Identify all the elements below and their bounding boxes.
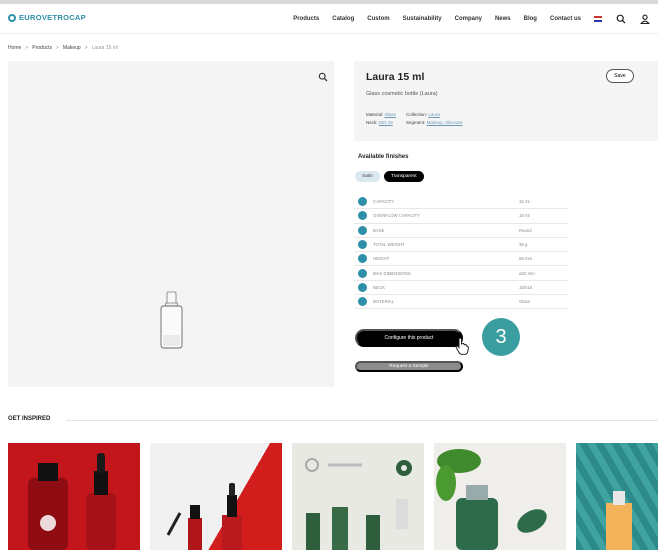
breadcrumb-separator: > — [84, 45, 88, 51]
neck-key: Neck: — [366, 120, 378, 125]
spec-label: Overflow capacity — [373, 213, 420, 219]
spec-row: Height 58 mm — [354, 252, 568, 267]
height-icon — [358, 254, 367, 264]
spec-label: Neck — [373, 284, 385, 290]
nav-custom[interactable]: Custom — [367, 16, 389, 22]
save-button[interactable]: Save — [606, 69, 634, 83]
inspiration-image-green-components[interactable] — [292, 443, 424, 550]
breadcrumb-current: Laura 15 ml — [91, 45, 119, 51]
inspiration-image-green-bottle-leaves[interactable] — [434, 443, 566, 550]
spec-value: 36 g — [519, 242, 528, 248]
spec-label: Base — [373, 227, 385, 233]
spec-row: Neck 18/415 — [354, 281, 568, 296]
brand-logo[interactable]: EUROVETROCAP — [8, 13, 86, 22]
spec-value: ø32 mm — [519, 270, 535, 276]
configure-product-button[interactable]: Configure this product — [355, 329, 463, 347]
inspiration-image-dropper-bottles[interactable] — [150, 443, 282, 550]
breadcrumb-separator: > — [56, 45, 59, 51]
spec-value: Round — [519, 227, 532, 233]
nav-sustainability[interactable]: Sustainability — [403, 16, 442, 22]
spec-row: Base Round — [354, 224, 568, 238]
spec-label: Max dimensions — [373, 270, 411, 276]
nav-blog[interactable]: Blog — [524, 16, 537, 22]
spec-row: Material Glass — [354, 295, 568, 310]
get-inspired-heading: GET INSPIRED — [8, 416, 51, 422]
breadcrumb-makeup[interactable]: Makeup — [63, 45, 81, 51]
language-flag-icon[interactable] — [594, 15, 602, 22]
logo-mark-icon — [8, 13, 16, 22]
finish-option-transparent[interactable]: Transparent — [383, 171, 424, 182]
collection-link[interactable]: Laura — [428, 112, 440, 117]
product-image-gallery[interactable] — [8, 61, 334, 387]
site-header: EUROVETROCAP Products Catalog Custom Sus… — [0, 4, 658, 34]
spec-value: 18/415 — [519, 284, 533, 290]
spec-label: Height — [373, 256, 390, 262]
request-sample-button[interactable]: Request a Sample — [355, 361, 463, 372]
zoom-icon[interactable] — [318, 69, 328, 82]
weight-icon — [358, 240, 367, 250]
logo-text: EUROVETROCAP — [19, 13, 86, 22]
nav-company[interactable]: Company — [455, 16, 482, 22]
divider — [66, 420, 658, 421]
overflow-capacity-icon — [358, 211, 367, 221]
hand-cursor-icon — [455, 337, 469, 355]
material-icon — [358, 297, 367, 307]
product-title: Laura 15 ml — [366, 71, 425, 83]
product-subtitle: Glass cosmetic bottle (Laura) — [366, 91, 438, 97]
neck-icon — [358, 282, 367, 292]
material-key: Material: — [366, 112, 384, 117]
finishes-heading: Available finishes — [358, 154, 409, 160]
segment-key: Segment: — [406, 120, 426, 125]
material-link[interactable]: Glass — [385, 112, 397, 117]
spec-value: 18 ml — [519, 213, 530, 219]
nav-news[interactable]: News — [495, 16, 511, 22]
breadcrumb-products[interactable]: Products — [32, 45, 52, 51]
spec-value: 15 ml — [519, 199, 530, 205]
step-number-badge: 3 — [482, 318, 520, 356]
spec-label: Material — [373, 299, 395, 305]
dimensions-icon — [358, 268, 367, 278]
search-icon[interactable] — [615, 13, 626, 24]
finish-selector: Satin Transparent — [355, 171, 424, 182]
inspiration-image-teal-pattern[interactable] — [576, 443, 658, 550]
spec-value: 58 mm — [519, 256, 533, 262]
product-info-card: Laura 15 ml Glass cosmetic bottle (Laura… — [354, 61, 658, 141]
bottle-image — [160, 291, 183, 349]
breadcrumb: Home > Products > Makeup > Laura 15 ml — [8, 45, 118, 51]
spec-value: Glass — [519, 299, 530, 305]
capacity-icon — [358, 197, 367, 207]
spec-table: Capacity 15 ml Overflow capacity 18 ml Bas… — [354, 195, 568, 310]
breadcrumb-separator: > — [25, 45, 29, 51]
nav-contact[interactable]: Contact us — [550, 16, 581, 22]
spec-row: Overflow capacity 18 ml — [354, 209, 568, 224]
segment-link[interactable]: Makeup, Skincare — [427, 120, 463, 125]
collection-key: Collection: — [406, 112, 428, 117]
product-meta: Material: Glass Collection: Laura Neck: … — [366, 112, 463, 125]
spec-row: Total weight 36 g — [354, 238, 568, 253]
inspiration-image-red-bottles[interactable] — [8, 443, 140, 550]
neck-link[interactable]: DIN 18 — [379, 120, 393, 125]
user-account-icon[interactable] — [639, 13, 650, 24]
spec-row: Max dimensions ø32 mm — [354, 266, 568, 281]
nav-products[interactable]: Products — [293, 16, 319, 22]
finish-option-satin[interactable]: Satin — [355, 171, 380, 182]
nav-catalog[interactable]: Catalog — [332, 16, 354, 22]
spec-row: Capacity 15 ml — [354, 195, 568, 210]
base-icon — [358, 225, 367, 235]
spec-label: Capacity — [373, 199, 395, 205]
main-nav: Products Catalog Custom Sustainability C… — [293, 13, 650, 24]
spec-label: Total weight — [373, 242, 405, 248]
breadcrumb-home[interactable]: Home — [8, 45, 21, 51]
